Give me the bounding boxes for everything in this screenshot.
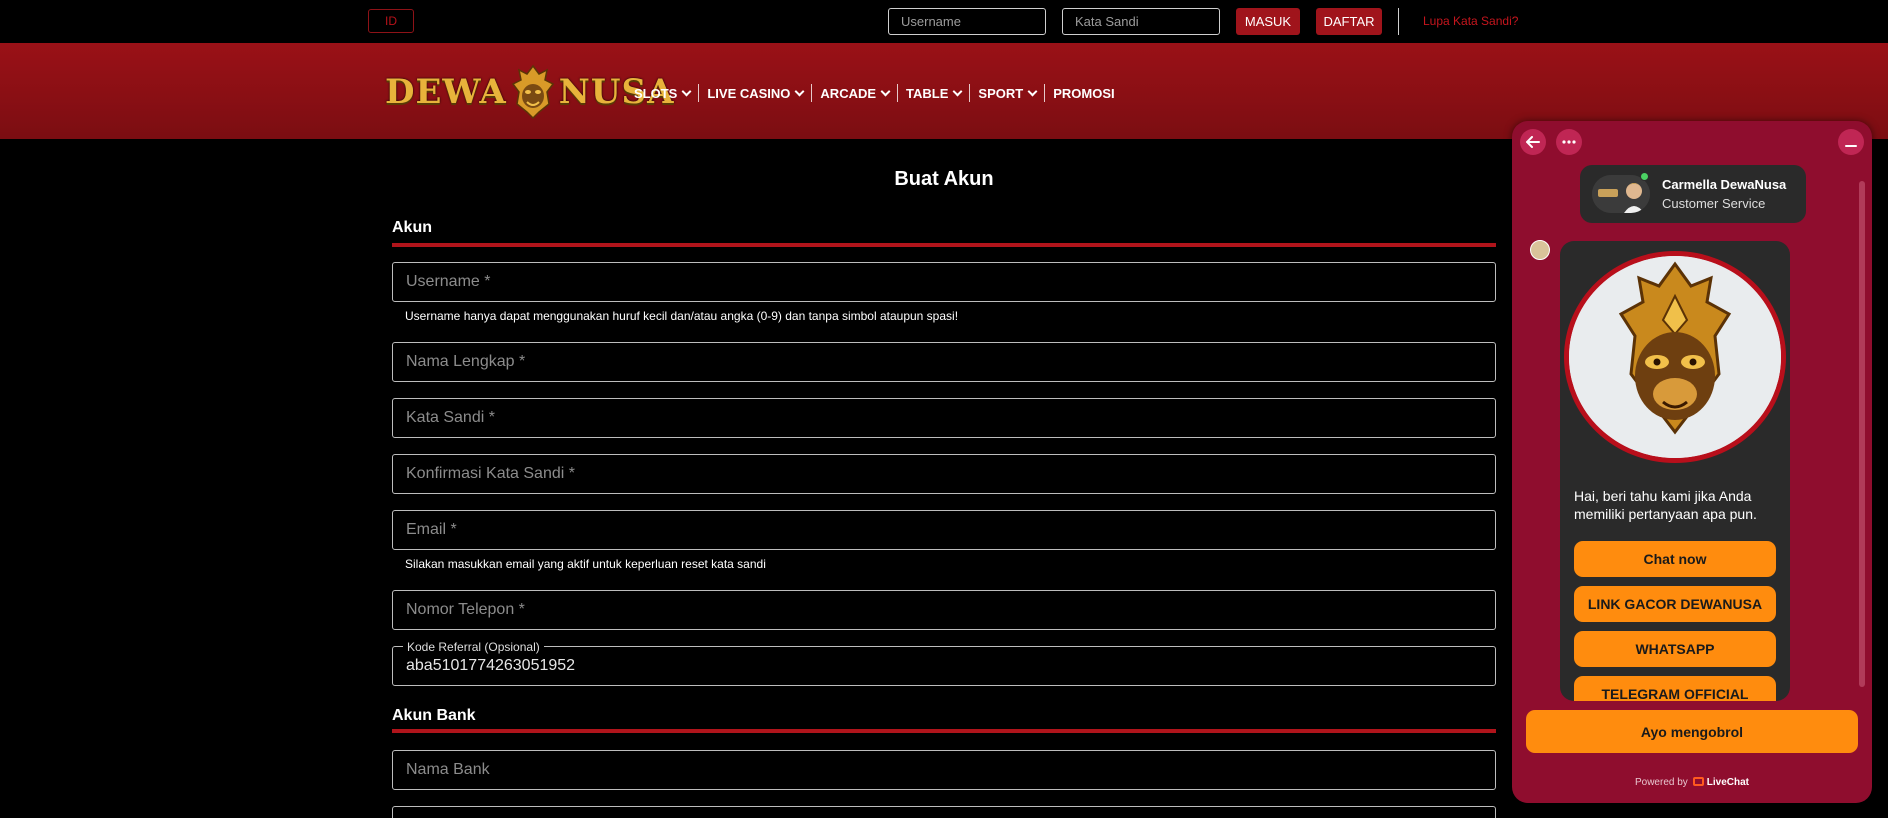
- email-input[interactable]: [393, 511, 1495, 549]
- link-gacor-button[interactable]: LINK GACOR DEWANUSA: [1574, 586, 1776, 622]
- agent-role: Customer Service: [1662, 196, 1766, 211]
- nav-item-table[interactable]: TABLE: [897, 84, 969, 102]
- livechat-widget: Carmella DewaNusa Customer Service Hai, …: [1512, 121, 1872, 803]
- minimize-icon[interactable]: [1838, 129, 1864, 155]
- section-divider: [392, 729, 1496, 733]
- phone-input[interactable]: [393, 591, 1495, 629]
- username-input[interactable]: [393, 263, 1495, 301]
- fullname-input[interactable]: [393, 343, 1495, 381]
- logo-text-left: DEWA: [385, 72, 507, 112]
- top-divider: [1398, 8, 1399, 35]
- nav-label: SPORT: [978, 85, 1024, 101]
- agent-name: Carmella DewaNusa: [1662, 177, 1787, 192]
- page-title: Buat Akun: [894, 168, 994, 190]
- message-avatar: [1530, 240, 1550, 260]
- section-title-bank: Akun Bank: [392, 707, 476, 724]
- telegram-button[interactable]: TELEGRAM OFFICIAL: [1574, 676, 1776, 701]
- email-field[interactable]: [392, 510, 1496, 550]
- chat-scrollbar[interactable]: [1859, 181, 1865, 687]
- nav-item-slots[interactable]: SLOTS: [634, 84, 698, 102]
- next-field[interactable]: [392, 806, 1496, 818]
- chevron-down-icon: [880, 86, 891, 96]
- nav-label: LIVE CASINO: [707, 85, 791, 101]
- fullname-field[interactable]: [392, 342, 1496, 382]
- section-divider: [392, 243, 1496, 247]
- confirm-password-input[interactable]: [393, 455, 1495, 493]
- powered-by[interactable]: Powered by LiveChat: [1512, 777, 1872, 788]
- referral-field[interactable]: Kode Referral (Opsional): [392, 640, 1496, 686]
- agent-card: Carmella DewaNusa Customer Service: [1580, 165, 1806, 223]
- email-hint: Silakan masukkan email yang aktif untuk …: [405, 557, 766, 571]
- monkey-king-image: [1564, 251, 1786, 463]
- chat-now-button[interactable]: Chat now: [1574, 541, 1776, 577]
- top-password-input[interactable]: [1062, 8, 1220, 35]
- nav-item-sport[interactable]: SPORT: [969, 84, 1044, 102]
- login-button[interactable]: MASUK: [1236, 8, 1300, 35]
- nav-item-live-casino[interactable]: LIVE CASINO: [698, 84, 811, 102]
- nav-label: ARCADE: [820, 85, 877, 101]
- monkey-mask-icon: [511, 64, 555, 120]
- bank-name-field[interactable]: [392, 750, 1496, 790]
- top-bar: ID MASUK DAFTAR Lupa Kata Sandi?: [0, 0, 1888, 43]
- phone-field[interactable]: [392, 590, 1496, 630]
- top-username-input[interactable]: [888, 8, 1046, 35]
- section-title-account: Akun: [392, 219, 432, 236]
- nav-label: PROMOSI: [1053, 85, 1115, 101]
- chevron-down-icon: [794, 86, 805, 96]
- chevron-down-icon: [681, 86, 692, 96]
- powered-by-brand: LiveChat: [1706, 777, 1750, 788]
- brand-logo[interactable]: DEWA NUSA: [385, 61, 673, 123]
- register-button[interactable]: DAFTAR: [1316, 8, 1382, 35]
- username-field[interactable]: [392, 262, 1496, 302]
- page: ID MASUK DAFTAR Lupa Kata Sandi? DEWA NU…: [0, 0, 1888, 818]
- powered-by-text: Powered by: [1634, 777, 1688, 788]
- online-status-dot: [1640, 172, 1649, 181]
- agent-avatar: [1592, 175, 1650, 213]
- nav-item-arcade[interactable]: ARCADE: [811, 84, 897, 102]
- password-input[interactable]: [393, 399, 1495, 437]
- chat-message-card: Hai, beri tahu kami jika Anda memiliki p…: [1560, 241, 1790, 701]
- whatsapp-button[interactable]: WHATSAPP: [1574, 631, 1776, 667]
- nav-label: TABLE: [906, 85, 949, 101]
- start-chat-button[interactable]: Ayo mengobrol: [1526, 710, 1858, 753]
- confirm-password-field[interactable]: [392, 454, 1496, 494]
- language-button[interactable]: ID: [368, 9, 414, 33]
- main-nav: SLOTS LIVE CASINO ARCADE TABLE SPORT PRO…: [634, 83, 1123, 103]
- chevron-down-icon: [1027, 86, 1038, 96]
- nav-label: SLOTS: [634, 85, 678, 101]
- bank-name-input[interactable]: [393, 751, 1495, 789]
- livechat-icon: [1692, 777, 1704, 786]
- more-options-icon[interactable]: [1556, 129, 1582, 155]
- password-field[interactable]: [392, 398, 1496, 438]
- chevron-down-icon: [952, 86, 963, 96]
- referral-label: Kode Referral (Opsional): [403, 640, 544, 654]
- back-arrow-icon[interactable]: [1520, 129, 1546, 155]
- referral-input[interactable]: [393, 647, 1495, 685]
- forgot-password-link[interactable]: Lupa Kata Sandi?: [1423, 14, 1518, 28]
- welcome-message: Hai, beri tahu kami jika Anda memiliki p…: [1574, 488, 1757, 522]
- nav-item-promosi[interactable]: PROMOSI: [1044, 84, 1122, 102]
- username-hint: Username hanya dapat menggunakan huruf k…: [405, 309, 959, 323]
